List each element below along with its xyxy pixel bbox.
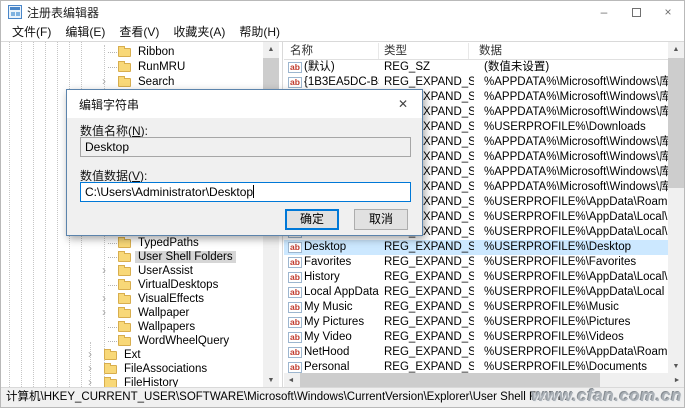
close-icon[interactable]: × [652, 1, 684, 23]
minimize-icon[interactable]: – [588, 1, 620, 23]
table-row[interactable]: {1B3EA5DC-B5...REG_EXPAND_SZ%APPDATA%\Mi… [284, 75, 668, 90]
table-row[interactable]: NetHoodREG_EXPAND_SZ%USERPROFILE%\AppDat… [284, 345, 668, 360]
menu-help[interactable]: 帮助(H) [232, 23, 287, 41]
column-header-data[interactable]: 数据 [469, 43, 668, 59]
folder-icon [104, 377, 117, 387]
string-value-icon [288, 302, 302, 313]
chevron-right-icon[interactable]: › [99, 75, 109, 89]
scroll-left-icon[interactable]: ◄ [284, 373, 298, 387]
table-row[interactable]: HistoryREG_EXPAND_SZ%USERPROFILE%\AppDat… [284, 270, 668, 285]
folder-icon [118, 293, 131, 304]
edit-string-dialog: 编辑字符串 ✕ 数值名称(N): Desktop 数值数据(V): C:\Use… [66, 89, 423, 236]
folder-icon [118, 279, 131, 290]
table-row[interactable]: My PicturesREG_EXPAND_SZ%USERPROFILE%\Pi… [284, 315, 668, 330]
value-data-input[interactable]: C:\Users\Administrator\Desktop [80, 182, 411, 202]
table-row[interactable]: My VideoREG_EXPAND_SZ%USERPROFILE%\Video… [284, 330, 668, 345]
menu-view[interactable]: 查看(V) [112, 23, 166, 41]
value-name-field[interactable]: Desktop [80, 137, 411, 157]
scroll-down-icon[interactable]: ▼ [263, 373, 279, 387]
tree-item-fileassociations[interactable]: › FileAssociations [1, 362, 264, 376]
string-value-icon [288, 332, 302, 343]
scroll-right-icon[interactable]: ► [670, 373, 684, 387]
list-horizontal-scrollbar[interactable]: ◄ ► [284, 373, 684, 387]
dialog-title: 编辑字符串 [79, 97, 140, 112]
chevron-right-icon[interactable]: › [99, 306, 109, 320]
folder-icon [118, 335, 131, 346]
folder-icon [118, 321, 131, 332]
dialog-close-icon[interactable]: ✕ [384, 90, 422, 118]
menu-edit[interactable]: 编辑(E) [58, 23, 112, 41]
string-value-icon [288, 77, 302, 88]
scrollbar-thumb[interactable] [300, 373, 600, 387]
folder-icon [104, 363, 117, 374]
menu-favorites[interactable]: 收藏夹(A) [166, 23, 232, 41]
chevron-right-icon[interactable]: › [85, 362, 95, 376]
ok-button[interactable]: 确定 [285, 209, 339, 230]
string-value-icon [288, 257, 302, 268]
folder-icon [118, 76, 131, 87]
folder-icon [118, 46, 131, 57]
registry-path: 计算机\HKEY_CURRENT_USER\SOFTWARE\Microsoft… [6, 391, 568, 403]
table-row[interactable]: Local AppDataREG_EXPAND_SZ%USERPROFILE%\… [284, 285, 668, 300]
menu-bar: 文件(F) 编辑(E) 查看(V) 收藏夹(A) 帮助(H) [1, 23, 684, 41]
list-vertical-scrollbar[interactable]: ▲ ▼ [668, 42, 684, 373]
column-header-name[interactable]: 名称 [284, 43, 379, 59]
folder-icon [118, 265, 131, 276]
string-value-icon [288, 317, 302, 328]
menu-file[interactable]: 文件(F) [5, 23, 58, 41]
scrollbar-thumb[interactable] [668, 58, 684, 188]
scroll-up-icon[interactable]: ▲ [668, 42, 684, 56]
string-value-icon [288, 242, 302, 253]
tree-item-typedpaths[interactable]: TypedPaths [1, 236, 264, 250]
chevron-right-icon[interactable]: › [85, 376, 95, 388]
cfan-watermark: www.cfan.com.cn [531, 386, 682, 405]
folder-icon [104, 349, 117, 360]
tree-item-search[interactable]: › Search [1, 75, 264, 89]
registry-editor-icon [8, 5, 22, 19]
folder-icon [118, 237, 131, 248]
table-row[interactable]: FavoritesREG_EXPAND_SZ%USERPROFILE%\Favo… [284, 255, 668, 270]
string-value-icon [288, 287, 302, 298]
tree-item-ext[interactable]: › Ext [1, 348, 264, 362]
scroll-down-icon[interactable]: ▼ [668, 359, 684, 373]
column-header-type[interactable]: 类型 [379, 43, 469, 59]
table-row[interactable]: (默认)REG_SZ(数值未设置) [284, 60, 668, 75]
maximize-icon[interactable] [620, 1, 652, 23]
string-value-icon [288, 62, 302, 73]
cancel-button[interactable]: 取消 [354, 209, 408, 230]
tree-item-runmru[interactable]: RunMRU [1, 60, 264, 74]
tree-item-ribbon[interactable]: Ribbon [1, 45, 264, 59]
string-value-icon [288, 362, 302, 373]
tree-item-wallpapers[interactable]: Wallpapers [1, 320, 264, 334]
table-row[interactable]: PersonalREG_EXPAND_SZ%USERPROFILE%\Docum… [284, 360, 668, 373]
dialog-title-bar: 编辑字符串 ✕ [67, 90, 422, 118]
tree-item-virtualdesktops[interactable]: VirtualDesktops [1, 278, 264, 292]
table-row[interactable]: My MusicREG_EXPAND_SZ%USERPROFILE%\Music [284, 300, 668, 315]
tree-item-filehistory[interactable]: › FileHistory [1, 376, 264, 387]
tree-item-user-shell-folders[interactable]: User Shell Folders [1, 250, 264, 264]
scroll-up-icon[interactable]: ▲ [263, 42, 279, 56]
tree-item-userassist[interactable]: › UserAssist [1, 264, 264, 278]
title-bar: 注册表编辑器 – × [1, 1, 684, 23]
tree-item-visualeffects[interactable]: › VisualEffects [1, 292, 264, 306]
tree-item-wallpaper[interactable]: › Wallpaper [1, 306, 264, 320]
registry-editor-window: 注册表编辑器 – × 文件(F) 编辑(E) 查看(V) 收藏夹(A) 帮助(H… [0, 0, 685, 408]
chevron-right-icon[interactable]: › [99, 264, 109, 278]
table-row-desktop-selected[interactable]: DesktopREG_EXPAND_SZ%USERPROFILE%\Deskto… [284, 240, 668, 255]
list-header: 名称 类型 数据 [284, 43, 668, 60]
folder-icon [118, 251, 131, 262]
chevron-right-icon[interactable]: › [85, 348, 95, 362]
text-caret [253, 185, 255, 198]
window-controls: – × [588, 1, 684, 23]
folder-icon [118, 307, 131, 318]
string-value-icon [288, 272, 302, 283]
chevron-right-icon[interactable]: › [99, 292, 109, 306]
folder-icon [118, 61, 131, 72]
string-value-icon [288, 347, 302, 358]
window-title: 注册表编辑器 [27, 5, 100, 20]
tree-item-wordwheelquery[interactable]: WordWheelQuery [1, 334, 264, 348]
